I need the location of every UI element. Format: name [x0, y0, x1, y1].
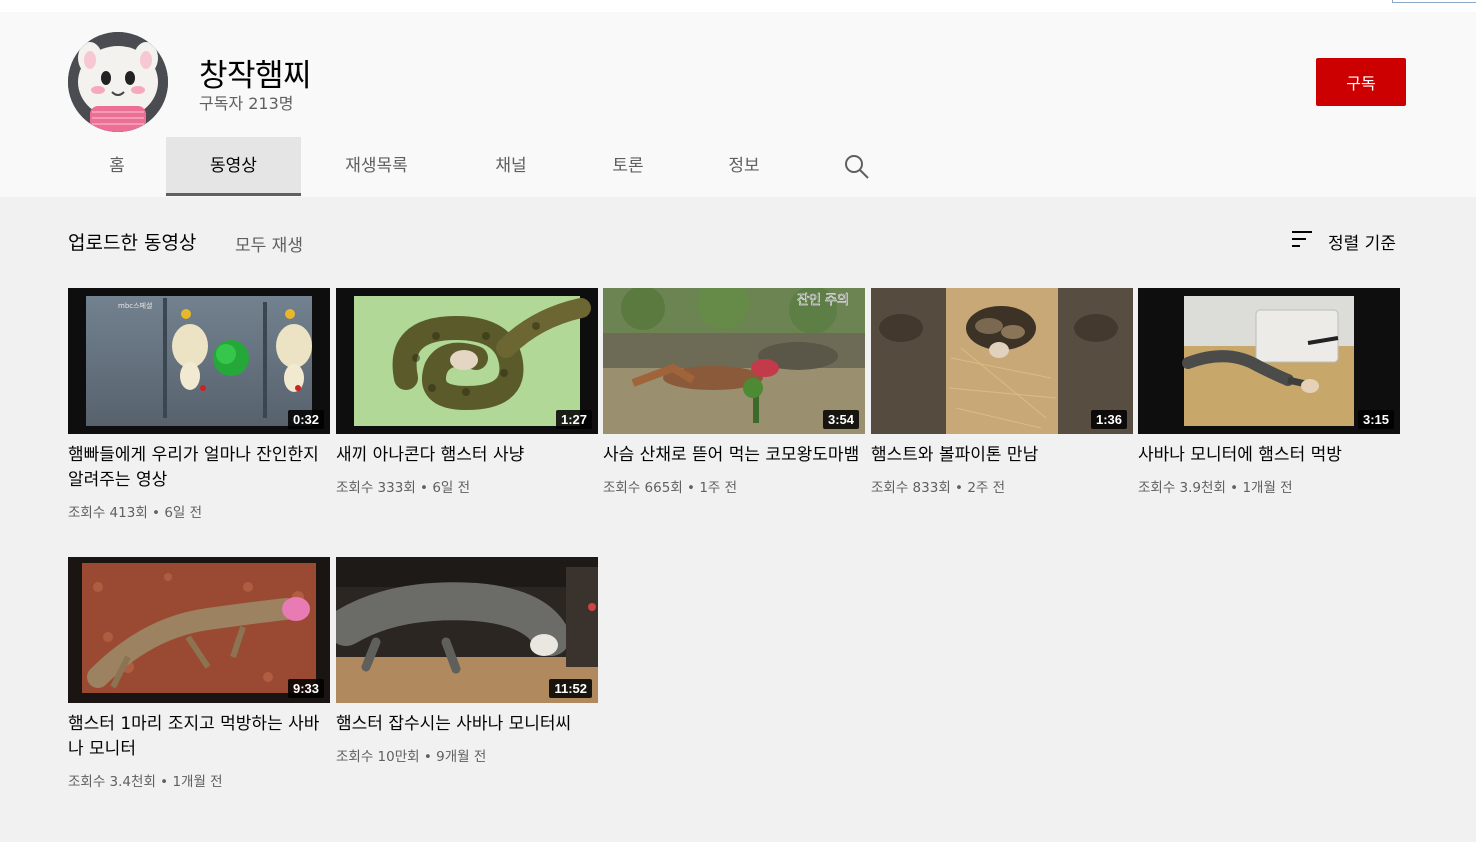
tab-about[interactable]: 정보 [694, 137, 794, 195]
video-thumbnail[interactable]: mbc스페셜 0:32 [68, 288, 330, 434]
meta-separator: • [420, 480, 429, 496]
videos-content: 업로드한 동영상 모두 재생 정렬 기준 mbc스페셜 0:32 햄빠들에게 우… [0, 197, 1476, 842]
tab-videos[interactable]: 동영상 [166, 137, 301, 196]
view-count: 조회수 833회 [871, 480, 951, 496]
video-duration: 3:54 [822, 410, 859, 429]
sort-button[interactable]: 정렬 기준 [1290, 227, 1396, 255]
upload-age: 6일 전 [164, 505, 203, 521]
play-all-button[interactable]: 모두 재생 [235, 231, 303, 256]
upload-age: 1개월 전 [172, 774, 223, 790]
video-title[interactable]: 햄스터 1마리 조지고 먹방하는 사바나 모니터 [68, 712, 330, 762]
view-count: 조회수 333회 [336, 480, 416, 496]
video-thumbnail[interactable]: 1:27 [336, 288, 598, 434]
sort-icon [1290, 227, 1314, 255]
video-duration: 0:32 [287, 410, 324, 429]
video-duration: 11:52 [549, 679, 592, 698]
view-count: 조회수 10만회 [336, 749, 420, 765]
window-edge [1392, 0, 1476, 3]
video-card[interactable]: 11:52 햄스터 잡수시는 사바나 모니터씨 조회수 10만회 • 9개월 전 [336, 557, 598, 765]
upload-age: 1개월 전 [1242, 480, 1293, 496]
video-duration: 3:15 [1357, 410, 1394, 429]
video-title[interactable]: 사슴 산채로 뜯어 먹는 코모왕도마뱀 [603, 443, 865, 468]
view-count: 조회수 665회 [603, 480, 683, 496]
meta-separator: • [152, 505, 161, 521]
video-title[interactable]: 햄빠들에게 우리가 얼마나 잔인한지 알려주는 영상 [68, 443, 330, 493]
meta-separator: • [1230, 480, 1239, 496]
video-meta: 조회수 10만회 • 9개월 전 [336, 745, 598, 765]
upload-age: 9개월 전 [436, 749, 487, 765]
video-thumbnail[interactable]: 잔인 주의 3:54 [603, 288, 865, 434]
subscriber-count: 구독자 213명 [199, 94, 294, 113]
view-count: 조회수 3.4천회 [68, 774, 156, 790]
video-thumbnail[interactable]: 11:52 [336, 557, 598, 703]
tab-home[interactable]: 홈 [68, 137, 166, 195]
graphic-warning-label: 잔인 주의 [797, 293, 849, 308]
channel-name: 창작햄찌 [199, 58, 312, 94]
video-meta: 조회수 665회 • 1주 전 [603, 476, 865, 496]
video-title[interactable]: 사바나 모니터에 햄스터 먹방 [1138, 443, 1400, 468]
meta-separator: • [955, 480, 964, 496]
video-thumbnail[interactable]: 9:33 [68, 557, 330, 703]
video-meta: 조회수 3.4천회 • 1개월 전 [68, 770, 330, 790]
meta-separator: • [687, 480, 696, 496]
tab-discussion[interactable]: 토론 [578, 137, 678, 195]
video-card[interactable]: 1:27 새끼 아나콘다 햄스터 사냥 조회수 333회 • 6일 전 [336, 288, 598, 496]
video-meta: 조회수 3.9천회 • 1개월 전 [1138, 476, 1400, 496]
channel-tabs: 홈 동영상 재생목록 채널 토론 정보 [0, 137, 1476, 197]
video-title[interactable]: 햄스터 잡수시는 사바나 모니터씨 [336, 712, 598, 737]
video-thumbnail[interactable]: 1:36 [871, 288, 1133, 434]
view-count: 조회수 413회 [68, 505, 148, 521]
meta-separator: • [423, 749, 432, 765]
video-meta: 조회수 413회 • 6일 전 [68, 501, 330, 521]
video-meta: 조회수 333회 • 6일 전 [336, 476, 598, 496]
svg-text:mbc스페셜: mbc스페셜 [118, 301, 152, 310]
upload-age: 6일 전 [432, 480, 471, 496]
video-card[interactable]: mbc스페셜 0:32 햄빠들에게 우리가 얼마나 잔인한지 알려주는 영상 조… [68, 288, 330, 521]
video-card[interactable]: 9:33 햄스터 1마리 조지고 먹방하는 사바나 모니터 조회수 3.4천회 … [68, 557, 330, 790]
subscribe-button[interactable]: 구독 [1316, 58, 1406, 106]
video-title[interactable]: 햄스트와 볼파이톤 만남 [871, 443, 1133, 468]
meta-separator: • [160, 774, 169, 790]
upload-age: 2주 전 [967, 480, 1006, 496]
video-card[interactable]: 3:15 사바나 모니터에 햄스터 먹방 조회수 3.9천회 • 1개월 전 [1138, 288, 1400, 496]
channel-avatar[interactable] [68, 32, 168, 132]
video-meta: 조회수 833회 • 2주 전 [871, 476, 1133, 496]
search-icon[interactable] [843, 153, 871, 181]
video-card[interactable]: 잔인 주의 3:54 사슴 산채로 뜯어 먹는 코모왕도마뱀 조회수 665회 … [603, 288, 865, 496]
section-title: 업로드한 동영상 [68, 232, 197, 254]
video-card[interactable]: 1:36 햄스트와 볼파이톤 만남 조회수 833회 • 2주 전 [871, 288, 1133, 496]
browser-top-strip [0, 0, 1476, 12]
tab-channels[interactable]: 채널 [461, 137, 561, 195]
video-duration: 1:36 [1090, 410, 1127, 429]
video-title[interactable]: 새끼 아나콘다 햄스터 사냥 [336, 443, 598, 468]
video-thumbnail[interactable]: 3:15 [1138, 288, 1400, 434]
video-duration: 9:33 [287, 679, 324, 698]
channel-header: 창작햄찌 구독자 213명 구독 홈 동영상 재생목록 채널 토론 정보 [0, 12, 1476, 197]
tab-playlists[interactable]: 재생목록 [316, 137, 437, 195]
view-count: 조회수 3.9천회 [1138, 480, 1226, 496]
upload-age: 1주 전 [699, 480, 738, 496]
sort-label: 정렬 기준 [1328, 233, 1396, 254]
video-duration: 1:27 [555, 410, 592, 429]
